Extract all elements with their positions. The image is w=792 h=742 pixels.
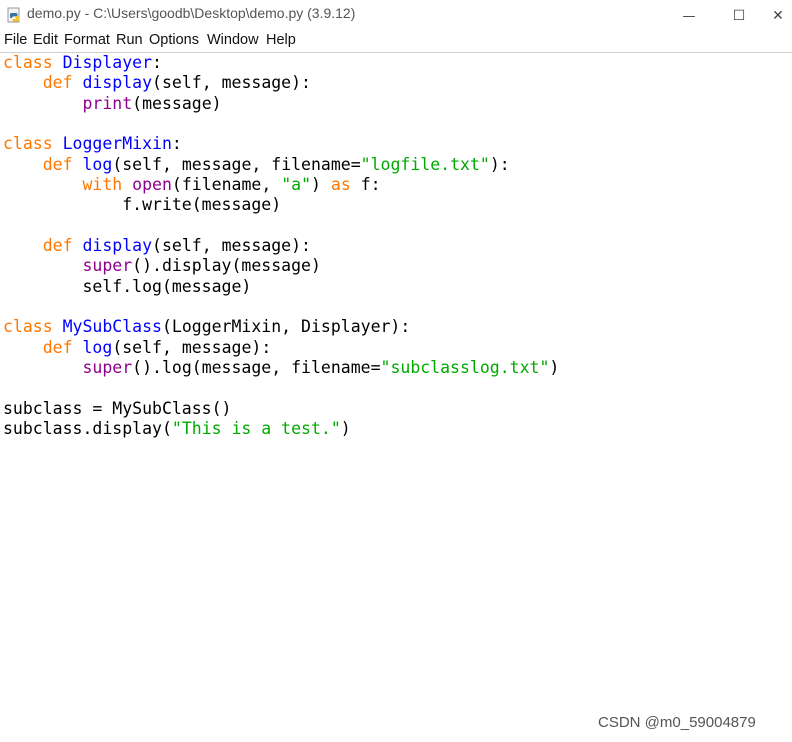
code-token: (LoggerMixin, Displayer):	[161, 317, 411, 337]
code-line[interactable]	[3, 378, 559, 398]
code-token: display	[82, 73, 153, 93]
code-token: subclass.display(	[3, 418, 172, 438]
code-token: "a"	[281, 174, 312, 194]
code-token: )	[311, 174, 331, 194]
code-token: def	[42, 73, 73, 93]
title-bar[interactable]: demo.py - C:\Users\goodb\Desktop\demo.py…	[0, 0, 792, 30]
code-token: (self, message):	[152, 73, 311, 93]
code-token: (self, message):	[112, 337, 272, 357]
code-line[interactable]	[3, 216, 559, 236]
code-token: class	[3, 134, 53, 154]
code-token: def	[42, 154, 73, 174]
code-line[interactable]	[3, 114, 559, 134]
code-token: super	[82, 357, 133, 377]
code-line[interactable]	[3, 297, 559, 317]
menu-file[interactable]: File	[4, 32, 27, 48]
code-line[interactable]: f.write(message)	[3, 195, 559, 215]
code-token: LoggerMixin	[62, 134, 172, 154]
code-token: ().display(message)	[132, 256, 321, 276]
code-line[interactable]: super().display(message)	[3, 256, 559, 276]
code-line[interactable]: subclass = MySubClass()	[3, 399, 559, 419]
code-token: display	[82, 235, 153, 255]
code-token: ):	[489, 154, 510, 174]
code-token: class	[3, 53, 53, 72]
minimize-icon: —	[682, 9, 696, 24]
code-line[interactable]: super().log(message, filename="subclassl…	[3, 358, 559, 378]
code-token: class	[3, 317, 53, 337]
code-token: )	[340, 418, 351, 438]
menu-options[interactable]: Options	[149, 32, 199, 48]
code-line[interactable]: class Displayer:	[3, 53, 559, 73]
code-line[interactable]: def log(self, message, filename="logfile…	[3, 155, 559, 175]
code-token: ().log(message, filename=	[132, 357, 381, 377]
code-token: subclass = MySubClass()	[3, 398, 232, 418]
code-token: (message)	[132, 93, 222, 113]
close-icon: ✕	[772, 8, 784, 24]
code-line[interactable]: with open(filename, "a") as f:	[3, 175, 559, 195]
code-line[interactable]: self.log(message)	[3, 277, 559, 297]
code-token: print	[82, 93, 133, 113]
minimize-button[interactable]: —	[666, 0, 712, 30]
code-line[interactable]: subclass.display("This is a test.")	[3, 419, 559, 439]
code-token: )	[549, 357, 560, 377]
maximize-icon: ☐	[732, 8, 746, 24]
code-token: (self, message):	[152, 235, 311, 255]
menu-edit[interactable]: Edit	[33, 32, 58, 48]
menu-format[interactable]: Format	[64, 32, 110, 48]
close-button[interactable]: ✕	[764, 0, 792, 30]
code-token: f:	[350, 174, 381, 194]
code-line[interactable]: def display(self, message):	[3, 73, 559, 93]
menu-help[interactable]: Help	[266, 32, 296, 48]
code-token: log	[82, 337, 113, 357]
code-token: self.log(message)	[3, 276, 252, 296]
code-token: Displayer	[62, 53, 153, 72]
menu-window[interactable]: Window	[207, 32, 259, 48]
code-token: (self, message, filename=	[112, 154, 361, 174]
code-token: with	[82, 174, 123, 194]
menu-bar: File Edit Format Run Options Window Help	[0, 30, 792, 53]
code-line[interactable]: class MySubClass(LoggerMixin, Displayer)…	[3, 317, 559, 337]
code-token: (filename,	[171, 174, 282, 194]
code-token: def	[42, 337, 73, 357]
code-token: "This is a test."	[171, 418, 341, 438]
code-text[interactable]: class Displayer: def display(self, messa…	[3, 53, 559, 439]
code-token: f.write(message)	[3, 195, 282, 215]
code-editor[interactable]: class Displayer: def display(self, messa…	[0, 53, 792, 742]
maximize-button[interactable]: ☐	[716, 0, 762, 30]
code-token: super	[82, 256, 133, 276]
code-token: "logfile.txt"	[360, 154, 490, 174]
code-line[interactable]: def display(self, message):	[3, 236, 559, 256]
code-token: MySubClass	[62, 317, 162, 337]
code-token: open	[132, 174, 172, 194]
code-line[interactable]: print(message)	[3, 94, 559, 114]
code-token: :	[171, 134, 182, 154]
python-file-icon	[7, 7, 23, 23]
code-token: def	[42, 235, 73, 255]
code-line[interactable]: def log(self, message):	[3, 338, 559, 358]
code-token: as	[330, 174, 351, 194]
code-token: log	[82, 154, 113, 174]
code-line[interactable]: class LoggerMixin:	[3, 134, 559, 154]
code-token: "subclasslog.txt"	[380, 357, 550, 377]
menu-run[interactable]: Run	[116, 32, 143, 48]
watermark: CSDN @m0_59004879	[598, 714, 756, 731]
window-title: demo.py - C:\Users\goodb\Desktop\demo.py…	[27, 5, 356, 21]
code-token: :	[152, 53, 162, 72]
